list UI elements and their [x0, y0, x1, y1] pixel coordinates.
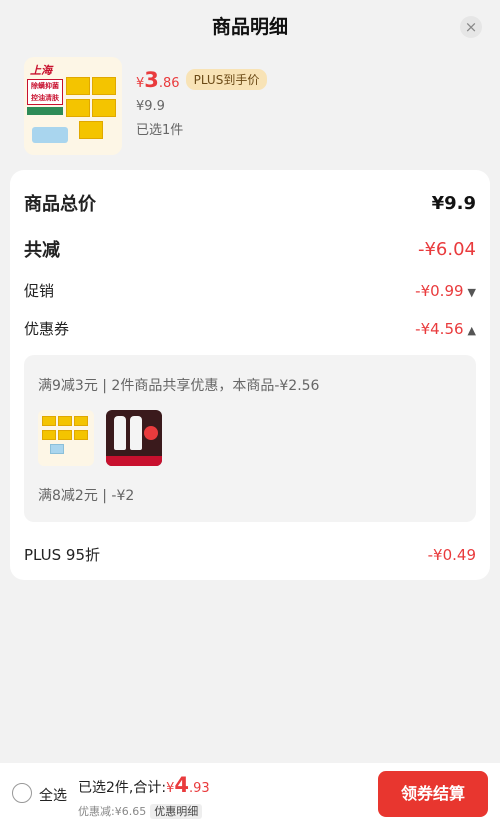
- bottle-product-thumb[interactable]: [106, 410, 162, 466]
- product-image-brand: 上海: [30, 64, 52, 77]
- soap-box: [92, 99, 116, 117]
- discount-detail-button[interactable]: 优惠明细: [150, 804, 203, 819]
- page-title: 商品明细: [211, 16, 288, 38]
- total-reduce-value: -¥6.04: [417, 238, 476, 260]
- soap-box: [66, 99, 90, 117]
- product-section: 上海 除螨抑菌 控油清肤 ¥3.86 PLUS到手价 ¥9.9 已选1件: [0, 54, 500, 164]
- plus-discount-row: PLUS 95折 -¥0.49: [24, 544, 476, 565]
- total-price-value: ¥9.9: [431, 192, 476, 214]
- checkout-bar: 全选 已选2件,合计:¥4.93 优惠减:¥6.65 优惠明细 领券结算: [0, 763, 500, 825]
- product-image-stripe: [27, 107, 63, 115]
- coupon-detail-line: 满8减2元 | -¥2: [38, 488, 135, 504]
- select-all-radio[interactable]: [12, 783, 32, 803]
- product-image-tag: 除螨抑菌 控油清肤: [27, 79, 63, 105]
- close-icon[interactable]: ×: [460, 16, 482, 38]
- coupon-detail-line: 满9减3元 | 2件商品共享优惠，本商品-¥2.56: [38, 378, 320, 394]
- soap-box: [66, 77, 90, 95]
- original-price: ¥9.9: [136, 99, 165, 114]
- total-price-row: 商品总价 ¥9.9: [24, 190, 476, 216]
- plus-price-badge: PLUS到手价: [185, 69, 268, 90]
- total-price-label: 商品总价: [24, 194, 96, 215]
- total-reduce-row: 共减 -¥6.04: [24, 236, 476, 262]
- coupon-row[interactable]: 优惠券 -¥4.56 ▲: [24, 318, 476, 339]
- product-image[interactable]: 上海 除螨抑菌 控油清肤: [24, 57, 122, 155]
- header: 商品明细 ×: [0, 0, 500, 54]
- promotion-label: 促销: [24, 282, 55, 300]
- chevron-up-icon[interactable]: ▲: [468, 324, 476, 337]
- plus-discount-value: -¥0.49: [427, 545, 476, 564]
- coupon-label: 优惠券: [24, 320, 70, 338]
- order-total: 已选2件,合计:¥4.93: [78, 773, 210, 797]
- coupon-value: -¥4.56: [415, 319, 464, 338]
- select-all-label[interactable]: 全选: [39, 785, 67, 805]
- product-price: ¥3.86: [136, 68, 180, 92]
- chevron-down-icon[interactable]: ▼: [468, 286, 476, 299]
- coupon-detail-box: 满9减3元 | 2件商品共享优惠，本商品-¥2.56 满8减2元 | -¥2: [24, 355, 476, 522]
- discount-summary: 优惠减:¥6.65 优惠明细: [78, 803, 203, 819]
- soap-product-thumb[interactable]: [38, 410, 94, 466]
- soap-box: [92, 77, 116, 95]
- selected-count: 已选1件: [136, 123, 184, 138]
- total-reduce-label: 共减: [24, 240, 60, 261]
- discount-amount: 优惠减:¥6.65: [78, 805, 147, 818]
- price-detail-card: 商品总价 ¥9.9 共减 -¥6.04 促销 -¥0.99 ▼ 优惠券 -¥4.5…: [10, 170, 490, 580]
- product-info: ¥3.86 PLUS到手价 ¥9.9 已选1件: [136, 68, 268, 138]
- towel-icon: [32, 127, 68, 143]
- hot-badge-icon: [144, 426, 158, 440]
- plus-discount-label: PLUS 95折: [24, 546, 101, 564]
- promotion-row[interactable]: 促销 -¥0.99 ▼: [24, 280, 476, 301]
- checkout-button[interactable]: 领券结算: [378, 771, 488, 817]
- soap-box: [79, 121, 103, 139]
- promotion-value: -¥0.99: [415, 281, 464, 300]
